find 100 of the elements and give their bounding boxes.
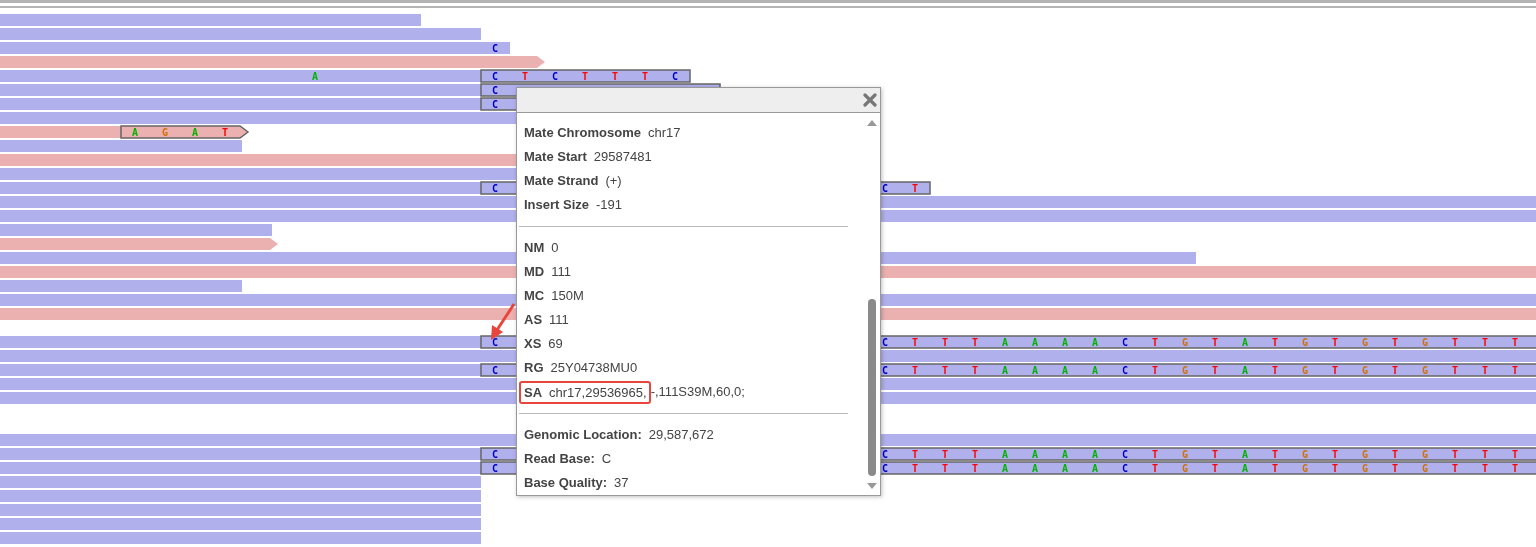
base-letter: T	[222, 127, 228, 138]
base-letter: T	[582, 71, 588, 82]
base-letter: A	[1032, 449, 1038, 460]
base-letter: T	[942, 463, 948, 474]
field-value: 111	[551, 263, 571, 281]
base-letter: C	[882, 183, 888, 194]
base-letter: G	[1302, 337, 1308, 348]
base-letter: T	[1272, 463, 1278, 474]
base-letter: A	[1242, 337, 1248, 348]
scroll-down-icon[interactable]	[866, 482, 878, 490]
base-letter: T	[1152, 337, 1158, 348]
base-letter: T	[1392, 449, 1398, 460]
base-letter: C	[552, 71, 558, 82]
base-letter: G	[1422, 365, 1428, 376]
base-letter: T	[1272, 449, 1278, 460]
base-letter: C	[882, 365, 888, 376]
field-label: Read Base:	[524, 450, 595, 468]
base-letter: A	[1092, 463, 1098, 474]
base-letter: A	[312, 71, 318, 82]
base-letter: C	[492, 85, 498, 96]
base-letter: T	[1212, 449, 1218, 460]
base-letter: G	[1422, 449, 1428, 460]
field-label: MD	[524, 263, 545, 281]
scrollbar-thumb[interactable]	[868, 299, 876, 476]
base-letter: C	[882, 449, 888, 460]
field-value: 37	[614, 474, 629, 492]
base-letter: A	[1092, 337, 1098, 348]
base-letter: T	[942, 337, 948, 348]
field-value: 29,587,672	[648, 426, 714, 444]
base-letter: G	[1422, 337, 1428, 348]
field-label: XS	[524, 335, 542, 353]
base-letter: T	[972, 365, 978, 376]
base-letter: T	[1512, 365, 1518, 376]
field-label: MC	[524, 287, 545, 305]
field-label: NM	[524, 239, 545, 257]
base-letter: T	[1212, 365, 1218, 376]
base-letter: G	[1362, 463, 1368, 474]
base-letter: A	[1062, 365, 1068, 376]
base-letter: T	[972, 463, 978, 474]
base-letter: T	[642, 71, 648, 82]
field-label: AS	[524, 311, 543, 329]
base-letter: G	[1302, 449, 1308, 460]
base-letter: T	[1152, 365, 1158, 376]
base-letter: T	[1512, 449, 1518, 460]
base-letter: A	[1092, 365, 1098, 376]
base-letter: G	[1362, 365, 1368, 376]
field-value: 0	[551, 239, 559, 257]
base-letter: C	[492, 365, 498, 376]
base-letter: T	[912, 449, 918, 460]
base-letter: G	[1182, 463, 1188, 474]
base-letter: G	[162, 127, 168, 138]
base-letter: G	[1362, 449, 1368, 460]
base-letter: T	[1452, 337, 1458, 348]
base-letter: T	[1482, 365, 1488, 376]
base-letter: C	[492, 463, 498, 474]
base-letter: T	[1212, 463, 1218, 474]
close-icon[interactable]	[863, 93, 877, 107]
base-letter: T	[1332, 365, 1338, 376]
base-letter: A	[1242, 463, 1248, 474]
field-label: SA	[524, 383, 543, 402]
field-label: Base Quality:	[524, 474, 608, 492]
field-value: 69	[548, 335, 563, 353]
base-letter: T	[1452, 463, 1458, 474]
base-letter: A	[1002, 365, 1008, 376]
base-letter: T	[972, 449, 978, 460]
base-letter: A	[1002, 463, 1008, 474]
field-value: chr17	[648, 124, 681, 142]
base-letter: G	[1302, 463, 1308, 474]
field-value: 111	[549, 311, 569, 329]
base-letter: C	[1122, 337, 1128, 348]
base-letter: A	[1002, 337, 1008, 348]
base-letter: A	[1032, 365, 1038, 376]
field-value: 29587481	[593, 148, 652, 166]
base-letter: A	[1002, 449, 1008, 460]
field-value: (+)	[605, 172, 622, 190]
base-letter: T	[972, 337, 978, 348]
base-letter: A	[1062, 449, 1068, 460]
base-letter: C	[672, 71, 678, 82]
base-letter: T	[1482, 449, 1488, 460]
base-letter: T	[912, 337, 918, 348]
base-letter: T	[1452, 449, 1458, 460]
base-letter: G	[1302, 365, 1308, 376]
base-letter: A	[1092, 449, 1098, 460]
base-letter: A	[192, 127, 198, 138]
base-letter: T	[1332, 463, 1338, 474]
base-letter: T	[1332, 449, 1338, 460]
field-value: -,111S39M,60,0;	[650, 383, 745, 401]
base-letter: T	[1212, 337, 1218, 348]
base-letter: T	[912, 463, 918, 474]
base-letter: G	[1362, 337, 1368, 348]
base-letter: C	[1122, 365, 1128, 376]
field-value: 25Y04738MU0	[550, 359, 638, 377]
field-label: Mate Strand	[524, 172, 599, 190]
base-letter: A	[1062, 463, 1068, 474]
base-letter: C	[492, 183, 498, 194]
scroll-up-icon[interactable]	[866, 119, 878, 127]
base-letter: T	[522, 71, 528, 82]
base-letter: T	[1272, 337, 1278, 348]
base-letter: T	[912, 365, 918, 376]
base-letter: T	[1332, 337, 1338, 348]
